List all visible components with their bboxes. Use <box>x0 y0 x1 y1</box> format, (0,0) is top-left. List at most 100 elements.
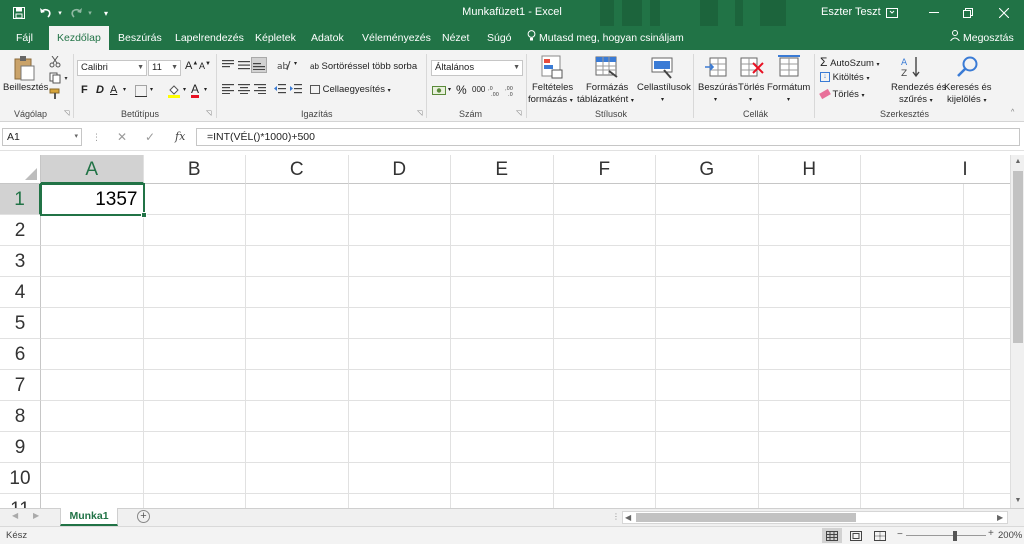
page-break-view-icon[interactable] <box>870 528 890 543</box>
italic-button[interactable]: D <box>96 84 104 96</box>
row-header-3[interactable]: 3 <box>0 246 41 277</box>
format-cells-button[interactable]: Formátum ▾ <box>767 82 810 104</box>
insert-cells-button[interactable]: Beszúrás ▾ <box>698 82 738 104</box>
bold-button[interactable]: F <box>81 84 88 96</box>
number-format-select[interactable]: Általános ▼ <box>431 60 523 76</box>
column-header-e[interactable]: E <box>451 155 554 184</box>
confirm-entry-icon[interactable]: ✓ <box>145 128 155 146</box>
decrease-indent-icon[interactable] <box>273 82 287 96</box>
close-icon[interactable] <box>984 0 1024 26</box>
delete-cells-icon[interactable] <box>739 54 765 80</box>
insert-cells-icon[interactable] <box>703 54 729 80</box>
column-header-g[interactable]: G <box>656 155 759 184</box>
add-sheet-button[interactable]: + <box>137 510 150 523</box>
sort-filter-icon[interactable]: AZ <box>900 54 926 80</box>
underline-dropdown-icon[interactable]: ▾ <box>123 86 126 93</box>
increase-font-size-button[interactable]: A▲ <box>185 60 198 72</box>
thousands-separator-button[interactable]: 000 <box>472 85 485 94</box>
row-header-2[interactable]: 2 <box>0 215 41 246</box>
tab-split-handle-icon[interactable]: ⋮ <box>612 512 620 521</box>
paste-icon[interactable] <box>10 54 38 82</box>
zoom-out-icon[interactable]: − <box>897 529 903 540</box>
formula-input[interactable]: =INT(VÉL()*1000)+500 <box>196 128 1020 146</box>
name-box[interactable]: A1 ▾ <box>2 128 82 146</box>
font-dialog-launcher-icon[interactable]: ◹ <box>206 109 211 117</box>
cut-icon[interactable] <box>48 55 62 69</box>
row-header-6[interactable]: 6 <box>0 339 41 370</box>
vertical-scrollbar[interactable]: ▲ ▼ <box>1010 155 1024 508</box>
tab-page-layout[interactable]: Lapelrendezés <box>175 26 244 50</box>
autosum-button[interactable]: Σ AutoSzum ▾ <box>820 55 880 69</box>
prev-sheet-icon[interactable]: ◀ <box>12 511 18 520</box>
row-header-8[interactable]: 8 <box>0 401 41 432</box>
font-name-select[interactable]: Calibri ▼ <box>77 60 147 76</box>
row-header-5[interactable]: 5 <box>0 308 41 339</box>
scroll-down-icon[interactable]: ▼ <box>1011 494 1024 508</box>
column-header-b[interactable]: B <box>143 155 246 184</box>
tab-formulas[interactable]: Képletek <box>255 26 296 50</box>
page-layout-view-icon[interactable] <box>846 528 866 543</box>
font-color-dropdown-icon[interactable]: ▾ <box>204 86 207 93</box>
align-center-icon[interactable] <box>237 82 251 96</box>
decrease-decimal-icon[interactable]: ,00,0 <box>504 83 520 97</box>
clear-button[interactable]: Törlés ▾ <box>819 89 865 100</box>
cell-a1[interactable]: 1357 <box>41 184 137 215</box>
row-header-11[interactable]: 11 <box>0 494 41 508</box>
row-header-7[interactable]: 7 <box>0 370 41 401</box>
scroll-up-icon[interactable]: ▲ <box>1011 155 1024 169</box>
align-right-icon[interactable] <box>253 82 267 96</box>
tab-help[interactable]: Súgó <box>487 26 512 50</box>
number-dialog-launcher-icon[interactable]: ◹ <box>516 109 521 117</box>
find-select-button[interactable]: Keresés és <box>944 82 992 93</box>
select-all-button[interactable] <box>0 155 41 184</box>
tab-data[interactable]: Adatok <box>311 26 344 50</box>
align-bottom-icon[interactable] <box>251 57 267 73</box>
column-header-h[interactable]: H <box>758 155 861 184</box>
column-header-c[interactable]: C <box>246 155 349 184</box>
fill-button[interactable]: ↓ Kitöltés ▾ <box>820 72 869 83</box>
collapse-ribbon-icon[interactable]: ^ <box>1011 109 1014 116</box>
tell-me-search[interactable]: Mutasd meg, hogyan csináljam <box>527 26 684 50</box>
format-as-table-icon[interactable] <box>594 54 620 80</box>
insert-function-button[interactable]: fx <box>175 128 185 146</box>
tab-review[interactable]: Véleményezés <box>362 26 431 50</box>
alignment-dialog-launcher-icon[interactable]: ◹ <box>417 109 422 117</box>
borders-dropdown-icon[interactable]: ▾ <box>150 86 153 93</box>
underline-button[interactable]: A <box>110 84 117 96</box>
row-header-4[interactable]: 4 <box>0 277 41 308</box>
format-as-table-button[interactable]: Formázás <box>586 82 628 93</box>
decrease-font-size-button[interactable]: A▼ <box>199 61 211 71</box>
column-header-d[interactable]: D <box>348 155 451 184</box>
horizontal-scroll-thumb[interactable] <box>636 513 856 522</box>
column-header-i[interactable]: I <box>861 155 1010 184</box>
share-button[interactable]: Megosztás <box>950 26 1014 50</box>
worksheet-grid[interactable]: ABCDEFGHI 1234567891011 1357 <box>0 155 1010 508</box>
row-header-10[interactable]: 10 <box>0 463 41 494</box>
currency-dropdown-icon[interactable]: ▾ <box>448 86 451 93</box>
find-select-icon[interactable] <box>955 54 981 80</box>
copy-dropdown-icon[interactable]: ▾ <box>62 71 70 85</box>
column-header-a[interactable]: A <box>41 155 144 184</box>
format-cells-icon[interactable] <box>776 54 802 80</box>
sheet-tab-munka1[interactable]: Munka1 <box>60 508 118 526</box>
tab-insert[interactable]: Beszúrás <box>118 26 162 50</box>
zoom-slider-knob[interactable] <box>953 531 957 541</box>
align-top-icon[interactable] <box>221 58 235 72</box>
clipboard-dialog-launcher-icon[interactable]: ◹ <box>64 109 69 117</box>
normal-view-icon[interactable] <box>822 528 842 543</box>
borders-icon[interactable] <box>133 83 149 99</box>
row-header-1[interactable]: 1 <box>0 184 41 215</box>
tab-file[interactable]: Fájl <box>16 26 33 50</box>
increase-decimal-icon[interactable]: ,0,00 <box>487 83 503 97</box>
tab-view[interactable]: Nézet <box>442 26 469 50</box>
font-size-select[interactable]: 11 ▼ <box>148 60 181 76</box>
cell-styles-icon[interactable] <box>650 54 676 80</box>
fill-color-dropdown-icon[interactable]: ▾ <box>183 86 186 93</box>
column-header-f[interactable]: F <box>553 155 656 184</box>
merge-cells-button[interactable]: Cellaegyesítés ▾ <box>310 84 391 95</box>
wrap-text-button[interactable]: ab Sortöréssel több sorba <box>310 61 417 72</box>
orientation-dropdown-icon[interactable]: ▾ <box>294 60 297 67</box>
fill-color-icon[interactable] <box>166 83 182 99</box>
sort-filter-button[interactable]: Rendezés és <box>891 82 946 93</box>
paste-button[interactable]: Beillesztés <box>3 82 48 93</box>
